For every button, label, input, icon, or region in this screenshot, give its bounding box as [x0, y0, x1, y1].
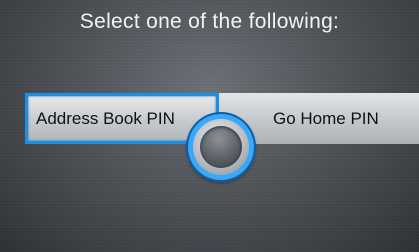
go-home-pin-label: Go Home PIN	[273, 108, 379, 128]
nav-screen: Select one of the following: Address Boo…	[0, 0, 419, 252]
joystick-knob-icon	[188, 114, 254, 180]
page-title: Select one of the following:	[79, 10, 340, 33]
knob-center	[200, 126, 242, 168]
knob-outer-ring	[193, 119, 249, 175]
address-book-pin-label: Address Book PIN	[36, 108, 175, 128]
